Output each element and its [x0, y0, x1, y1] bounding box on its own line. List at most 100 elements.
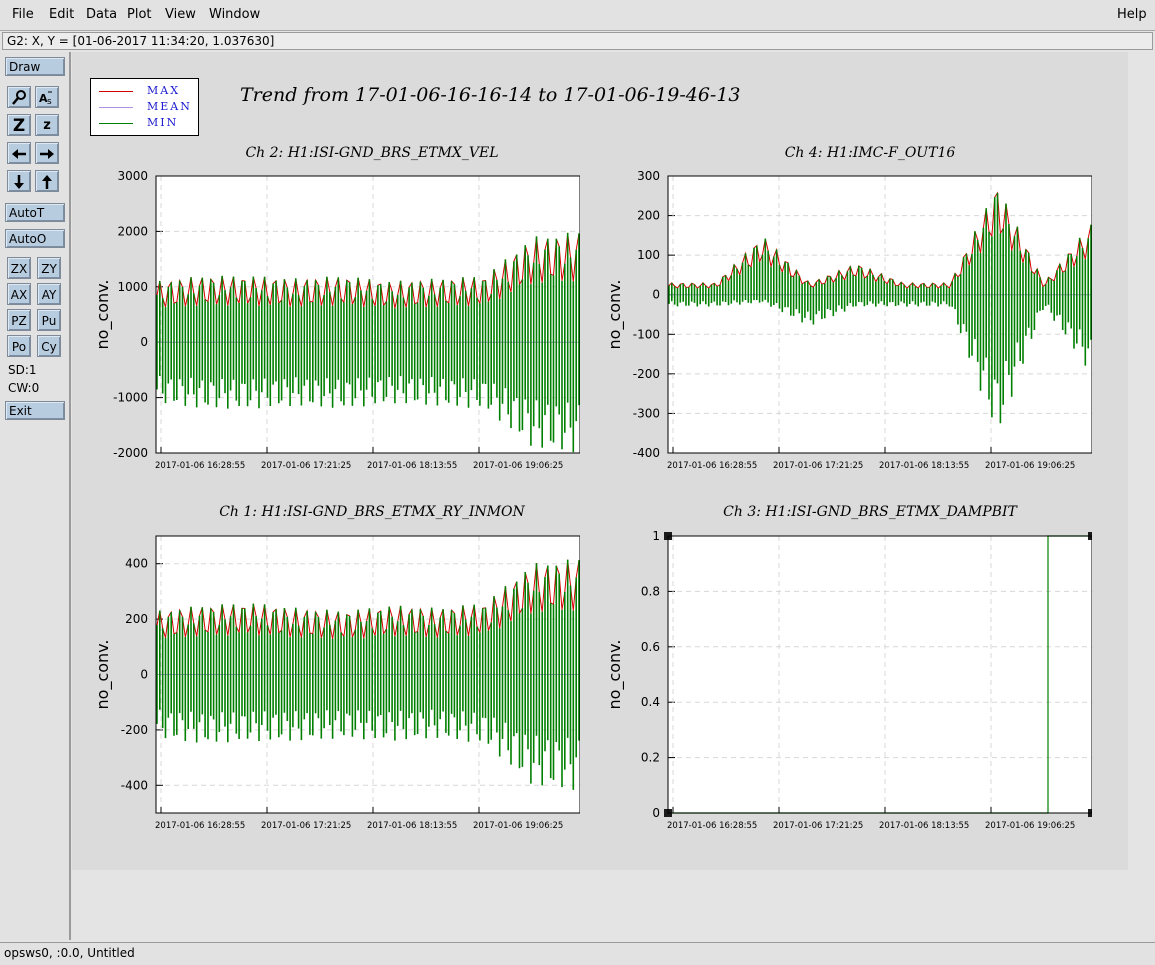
y-tick-label: 100: [637, 248, 660, 262]
po-button[interactable]: Po: [7, 335, 31, 357]
legend-item-max: MAX: [91, 84, 198, 100]
menu-window[interactable]: Window: [209, 7, 260, 22]
x-tick-label: 2017-01-06 17:21:25: [773, 821, 863, 831]
zoom-tool-button[interactable]: [7, 86, 31, 108]
menu-view-label: View: [165, 7, 196, 22]
menu-edit-label: Edit: [49, 7, 75, 22]
y-tick-label: -100: [633, 327, 660, 341]
bottom-status-bar: opsws0, :0.0, Untitled: [0, 942, 1155, 965]
chart-title-ch2: Ch 2: H1:ISI-GND_BRS_ETMX_VEL: [245, 145, 499, 161]
pan-down-button[interactable]: [7, 170, 31, 192]
ay-button[interactable]: AY: [37, 283, 61, 305]
y-tick-label: 0: [652, 288, 660, 302]
legend-item-min: MIN: [91, 116, 198, 132]
text-tool-icon: As: [39, 91, 52, 106]
y-tick-label: 0.6: [641, 640, 660, 654]
plot-background: [668, 536, 1092, 813]
y-tick-label: 0: [140, 335, 148, 349]
y-tick-label: 200: [125, 612, 148, 626]
trend-title: Trend from 17-01-06-16-16-14 to 17-01-06…: [240, 84, 741, 106]
zoom-in-small-button[interactable]: z: [35, 114, 59, 136]
menu-plot-label: Plot: [127, 7, 152, 22]
chart-ch3[interactable]: 0 0.2 0.4 0.6 0.8 1 2017-01-06 16:28:55 2017-01…: [592, 522, 1092, 837]
legend: MAX MEAN MIN: [90, 78, 199, 136]
pu-button[interactable]: Pu: [37, 309, 61, 331]
zx-button[interactable]: ZX: [7, 257, 31, 279]
cw-readout: CW:0: [8, 381, 40, 395]
x-tick-label: 2017-01-06 16:28:55: [155, 821, 245, 831]
bottom-status-text: opsws0, :0.0, Untitled: [4, 946, 135, 960]
y-axis-label: no_conv.: [605, 640, 625, 710]
menu-data-label: Data: [86, 7, 118, 22]
magnifier-icon: [12, 90, 26, 105]
arrow-left-icon: [12, 149, 26, 159]
menu-plot[interactable]: Plot: [127, 7, 152, 22]
y-tick-label: -300: [633, 406, 660, 420]
menu-file[interactable]: File: [12, 7, 34, 22]
text-tool-button[interactable]: As: [35, 86, 59, 108]
y-tick-label: -400: [633, 446, 660, 460]
pz-button[interactable]: PZ: [7, 309, 31, 331]
y-tick-label: -200: [633, 367, 660, 381]
pan-right-button[interactable]: [35, 142, 59, 164]
x-tick-label: 2017-01-06 16:28:55: [155, 461, 245, 471]
chart-ch2[interactable]: -2000 -1000 0 1000 2000 3000 2017-01-06 16:28:…: [80, 162, 580, 477]
x-tick-label: 2017-01-06 16:28:55: [667, 821, 757, 831]
x-tick-label: 2017-01-06 17:21:25: [261, 461, 351, 471]
y-tick-label: 0.4: [641, 695, 660, 709]
y-tick-label: -400: [121, 778, 148, 792]
ax-button[interactable]: AX: [7, 283, 31, 305]
sd-readout: SD:1: [8, 363, 37, 377]
chart-ch4[interactable]: -400 -300 -200 -100 0 100 200 300 2017-01-06 16:…: [592, 162, 1092, 477]
y-tick-label: 0: [652, 806, 660, 820]
autoo-button[interactable]: AutoO: [5, 229, 65, 248]
x-tick-label: 2017-01-06 18:13:55: [367, 461, 457, 471]
zy-button[interactable]: ZY: [37, 257, 61, 279]
y-tick-label: 400: [125, 557, 148, 571]
y-axis-label: no_conv.: [605, 280, 625, 350]
y-tick-label: 200: [637, 209, 660, 223]
x-tick-label: 2017-01-06 19:06:25: [473, 821, 563, 831]
menu-view[interactable]: View: [165, 7, 196, 22]
exit-button[interactable]: Exit: [5, 401, 65, 420]
y-tick-label: -200: [121, 723, 148, 737]
x-tick-label: 2017-01-06 18:13:55: [879, 461, 969, 471]
x-tick-label: 2017-01-06 18:13:55: [367, 821, 457, 831]
legend-swatch-mean: [99, 107, 133, 108]
pan-left-button[interactable]: [7, 142, 31, 164]
menu-help-label: Help: [1117, 7, 1147, 22]
arrow-up-icon: [42, 175, 52, 189]
legend-swatch-min: [99, 123, 133, 124]
x-tick-label: 2017-01-06 18:13:55: [879, 821, 969, 831]
cy-button[interactable]: Cy: [37, 335, 61, 357]
chart-title-ch4: Ch 4: H1:IMC-F_OUT16: [784, 145, 956, 161]
menu-window-label: Window: [209, 7, 261, 22]
y-tick-label: -2000: [113, 446, 148, 460]
pan-up-button[interactable]: [35, 170, 59, 192]
arrow-down-icon: [14, 175, 24, 189]
legend-label-max: MAX: [147, 84, 181, 97]
chart-ch1[interactable]: -400 -200 0 200 400 2017-01-06 16:28:55 2017-0…: [80, 522, 580, 837]
legend-label-mean: MEAN: [147, 100, 192, 113]
y-axis-label: no_conv.: [93, 640, 113, 710]
y-tick-label: 1: [652, 529, 660, 543]
tool-sidebar: Draw As Z z AutoT AutoO ZX ZY AX AY PZ P…: [0, 52, 71, 940]
zoom-in-big-button[interactable]: Z: [7, 114, 31, 136]
x-tick-label: 2017-01-06 16:28:55: [667, 461, 757, 471]
plot-panel[interactable]: MAX MEAN MIN Trend from 17-01-06-16-16-1…: [72, 52, 1128, 870]
y-axis-label: no_conv.: [93, 280, 113, 350]
y-tick-label: 0: [140, 668, 148, 682]
menu-file-label: File: [12, 7, 34, 22]
draw-button[interactable]: Draw: [5, 57, 65, 76]
menu-help[interactable]: Help: [1117, 7, 1147, 22]
menu-data[interactable]: Data: [86, 7, 117, 22]
x-tick-label: 2017-01-06 17:21:25: [261, 821, 351, 831]
legend-swatch-max: [99, 91, 133, 92]
autot-button[interactable]: AutoT: [5, 203, 65, 222]
y-tick-label: 0.8: [641, 584, 660, 598]
chart-title-ch1: Ch 1: H1:ISI-GND_BRS_ETMX_RY_INMON: [219, 504, 525, 520]
menu-edit[interactable]: Edit: [49, 7, 74, 22]
y-tick-label: 0.2: [641, 751, 660, 765]
x-tick-label: 2017-01-06 19:06:25: [473, 461, 563, 471]
x-tick-label: 2017-01-06 19:06:25: [985, 821, 1075, 831]
